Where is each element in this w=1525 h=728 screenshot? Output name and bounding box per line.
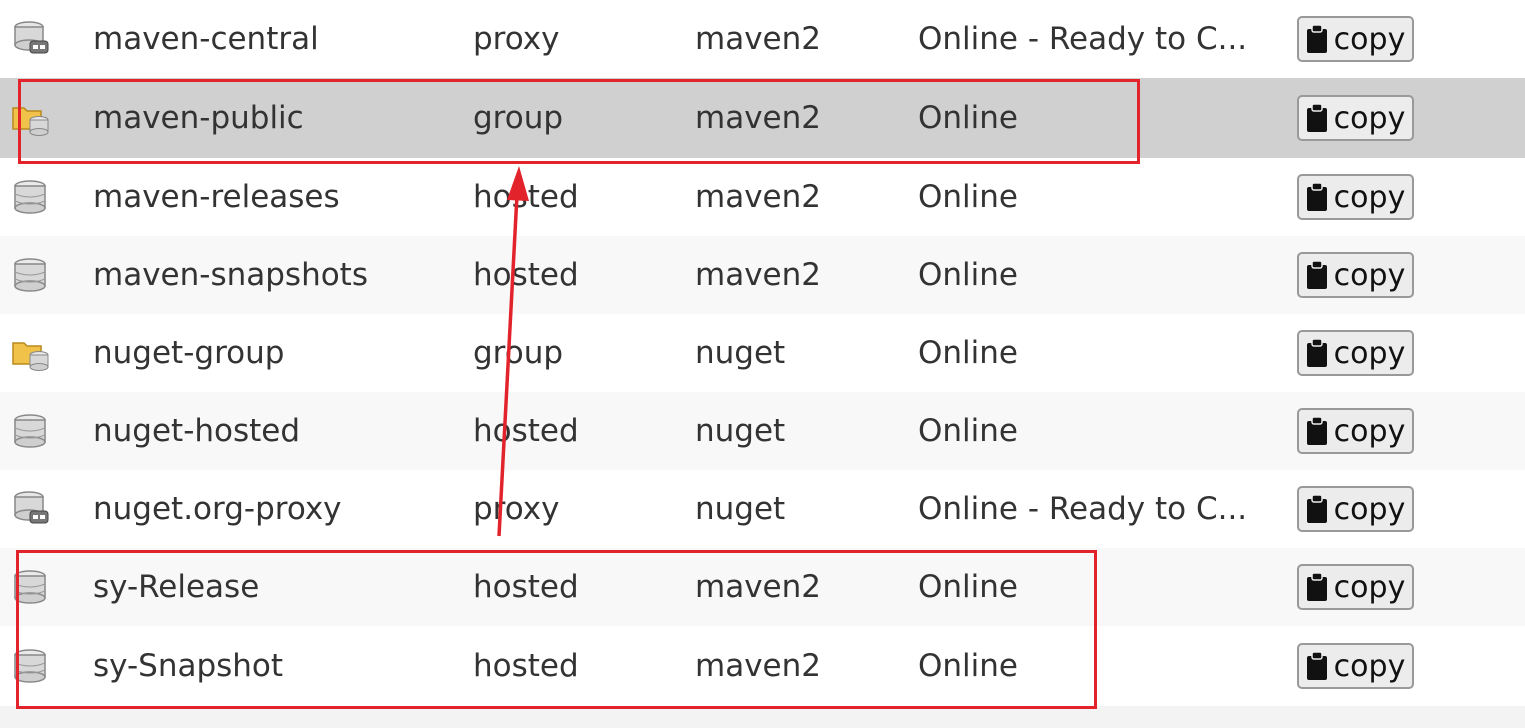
table-row[interactable]: maven-central proxy maven2 Online - Read… — [0, 0, 1525, 78]
repo-type: hosted — [473, 413, 579, 449]
clipboard-icon — [1306, 260, 1327, 289]
repo-format: maven2 — [695, 257, 821, 293]
repo-name[interactable]: maven-releases — [93, 158, 340, 236]
repo-name[interactable]: nuget-group — [93, 314, 284, 392]
repo-type: group — [473, 335, 564, 371]
table-row[interactable]: maven-releases hosted maven2 Online copy — [0, 158, 1525, 236]
repo-name[interactable]: sy-Release — [93, 548, 259, 626]
copy-button[interactable]: copy — [1297, 95, 1414, 141]
repo-type: hosted — [473, 179, 579, 215]
table-row[interactable]: nuget-group group nuget Online copy — [0, 314, 1525, 392]
table-row[interactable]: nuget.org-proxy proxy nuget Online - Rea… — [0, 470, 1525, 548]
group-folder-icon — [12, 78, 52, 158]
repo-name[interactable]: nuget-hosted — [93, 392, 300, 470]
copy-label: copy — [1333, 179, 1406, 215]
copy-button[interactable]: copy — [1297, 174, 1414, 220]
copy-label: copy — [1333, 648, 1406, 684]
repo-status: Online — [918, 335, 1018, 371]
repo-name[interactable]: nuget.org-proxy — [93, 470, 342, 548]
copy-button[interactable]: copy — [1297, 564, 1414, 610]
table-row[interactable]: sy-Release hosted maven2 Online copy — [0, 548, 1525, 626]
repo-status: Online — [918, 648, 1018, 684]
clipboard-icon — [1306, 24, 1327, 53]
database-icon — [12, 548, 52, 626]
repo-format: nuget — [695, 491, 786, 527]
copy-label: copy — [1333, 335, 1406, 371]
copy-button[interactable]: copy — [1297, 16, 1414, 62]
repo-name[interactable]: maven-central — [93, 0, 319, 78]
group-folder-icon — [12, 314, 52, 392]
copy-label: copy — [1333, 491, 1406, 527]
clipboard-icon — [1306, 572, 1327, 601]
copy-button[interactable]: copy — [1297, 643, 1414, 689]
table-row[interactable]: maven-snapshots hosted maven2 Online cop… — [0, 236, 1525, 314]
proxy-db-icon — [12, 0, 52, 78]
repo-name[interactable]: sy-Snapshot — [93, 626, 283, 706]
repo-type: hosted — [473, 648, 579, 684]
copy-label: copy — [1333, 21, 1406, 57]
copy-label: copy — [1333, 413, 1406, 449]
repo-name[interactable]: maven-public — [93, 78, 304, 158]
clipboard-icon — [1306, 651, 1327, 680]
repo-format: nuget — [695, 335, 786, 371]
database-icon — [12, 236, 52, 314]
repo-format: nuget — [695, 413, 786, 449]
repo-status: Online — [918, 179, 1018, 215]
repo-type: hosted — [473, 569, 579, 605]
clipboard-icon — [1306, 182, 1327, 211]
repo-status: Online — [918, 257, 1018, 293]
repo-type: hosted — [473, 257, 579, 293]
copy-label: copy — [1333, 569, 1406, 605]
database-icon — [12, 392, 52, 470]
repo-type: proxy — [473, 21, 560, 57]
clipboard-icon — [1306, 338, 1327, 367]
clipboard-icon — [1306, 494, 1327, 523]
copy-label: copy — [1333, 257, 1406, 293]
repo-name[interactable]: maven-snapshots — [93, 236, 368, 314]
repo-format: maven2 — [695, 569, 821, 605]
repo-format: maven2 — [695, 100, 821, 136]
database-icon — [12, 158, 52, 236]
copy-button[interactable]: copy — [1297, 408, 1414, 454]
copy-label: copy — [1333, 100, 1406, 136]
table-row[interactable]: maven-public group maven2 Online copy — [0, 78, 1525, 158]
proxy-db-icon — [12, 470, 52, 548]
clipboard-icon — [1306, 416, 1327, 445]
table-row[interactable]: nuget-hosted hosted nuget Online copy — [0, 392, 1525, 470]
repo-status: Online - Ready to C... — [918, 21, 1248, 57]
repo-format: maven2 — [695, 21, 821, 57]
repo-type: proxy — [473, 491, 560, 527]
copy-button[interactable]: copy — [1297, 330, 1414, 376]
repo-status: Online — [918, 100, 1018, 136]
repo-format: maven2 — [695, 179, 821, 215]
clipboard-icon — [1306, 103, 1327, 132]
database-icon — [12, 626, 52, 706]
copy-button[interactable]: copy — [1297, 486, 1414, 532]
repo-type: group — [473, 100, 564, 136]
repo-status: Online — [918, 569, 1018, 605]
copy-button[interactable]: copy — [1297, 252, 1414, 298]
repo-status: Online — [918, 413, 1018, 449]
table-row[interactable]: sy-Snapshot hosted maven2 Online copy — [0, 626, 1525, 706]
repo-format: maven2 — [695, 648, 821, 684]
repo-status: Online - Ready to C... — [918, 491, 1248, 527]
